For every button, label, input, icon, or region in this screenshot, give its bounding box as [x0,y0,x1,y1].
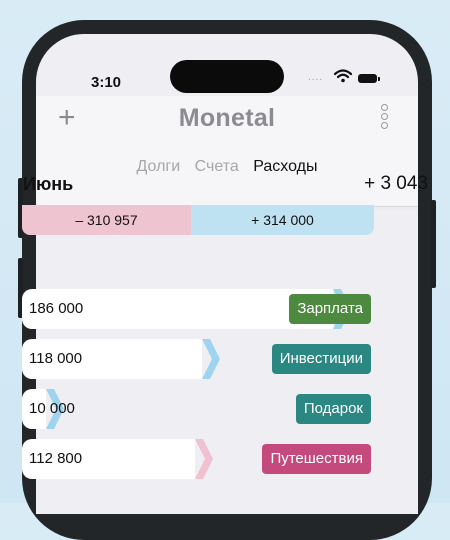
expense-total: – 310 957 [22,205,191,235]
signal-icon: .... [308,72,324,83]
chevron-right-icon [202,339,220,379]
amount-value: 186 000 [29,300,84,317]
category-row[interactable]: 118 000 Инвестиции [22,339,371,379]
amount-value: 118 000 [29,350,83,367]
category-tag[interactable]: Инвестиции [271,344,371,374]
category-row[interactable]: 186 000 Зарплата [22,289,371,329]
category-row[interactable]: 10 000 Подарок [22,389,371,429]
category-tag[interactable]: Путешествия [262,444,371,474]
month-label: Июнь [23,174,74,194]
category-tag[interactable]: Подарок [295,394,371,424]
dynamic-island [170,60,284,93]
income-total: + 314 000 [191,205,374,235]
month-total: + 3 043 [364,173,428,194]
category-tag[interactable]: Зарплата [289,294,371,324]
chevron-right-icon [195,439,213,479]
side-button-right [431,200,436,288]
app-title: Monetal [178,104,276,132]
amount-value: 10 000 [29,400,75,417]
more-vertical-icon[interactable] [381,104,389,129]
wifi-icon [334,69,352,83]
battery-icon [358,74,380,83]
status-time: 3:10 [91,74,122,91]
balance-bar: – 310 957 + 314 000 [22,205,374,235]
amount-value: 112 800 [29,450,83,467]
category-row[interactable]: 112 800 Путешествия [22,439,371,479]
status-bar: 3:10 .... [36,34,418,93]
month-summary[interactable]: Июнь + 3 043 [0,173,450,204]
